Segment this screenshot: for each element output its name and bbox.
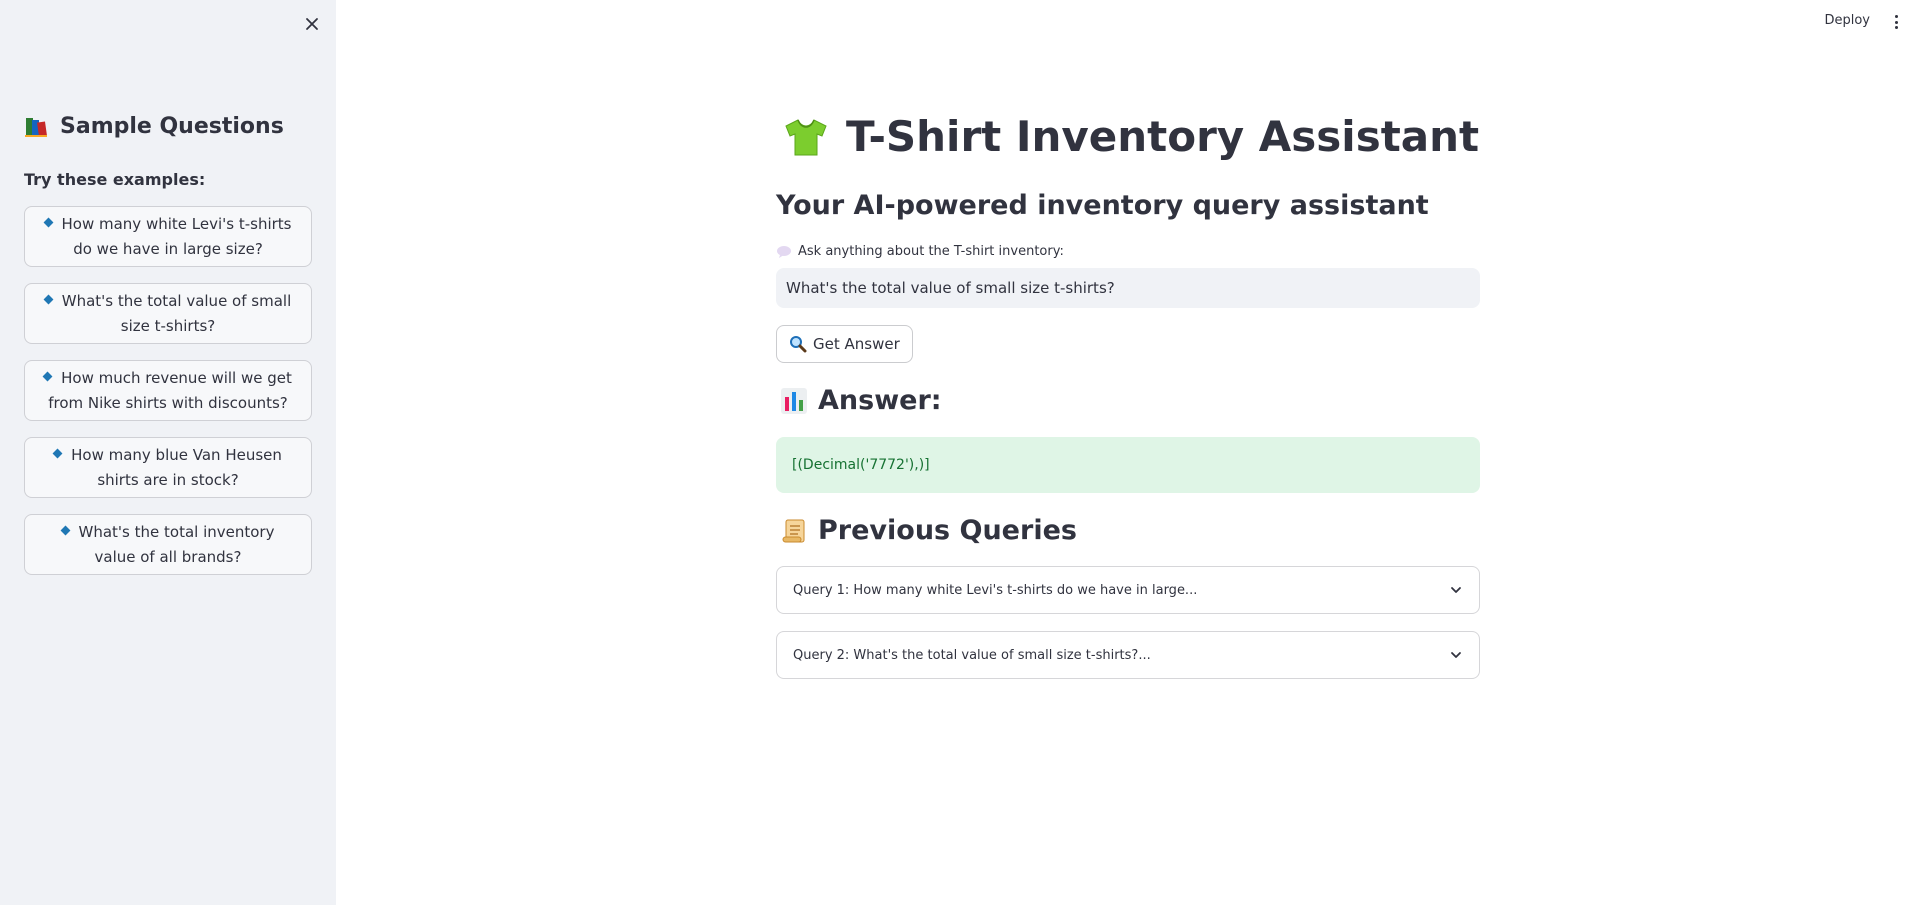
tshirt-icon xyxy=(785,118,827,155)
page-subtitle: Your AI-powered inventory query assistan… xyxy=(776,190,1429,221)
previous-query-label: Query 2: What's the total value of small… xyxy=(793,647,1151,663)
query-input-label: Ask anything about the T-shirt inventory… xyxy=(776,244,1064,259)
page-title: T-Shirt Inventory Assistant xyxy=(782,112,1479,161)
deploy-button[interactable]: Deploy xyxy=(1824,13,1870,28)
sidebar-title: Sample Questions xyxy=(60,114,284,139)
menu-dot-icon xyxy=(1894,20,1898,24)
diamond-icon xyxy=(52,448,63,458)
answer-text: [(Decimal('7772'),)] xyxy=(792,457,930,473)
sample-question-label: What's the total inventory value of all … xyxy=(78,522,275,566)
previous-queries-heading: Previous Queries xyxy=(780,515,1077,546)
diamond-icon xyxy=(43,294,54,304)
diamond-icon xyxy=(42,371,53,381)
chevron-down-icon xyxy=(1451,652,1461,658)
answer-result: [(Decimal('7772'),)] xyxy=(776,437,1480,493)
magnifier-icon xyxy=(790,336,807,353)
close-sidebar-button[interactable] xyxy=(300,12,324,36)
previous-queries-heading-text: Previous Queries xyxy=(818,515,1077,546)
get-answer-label: Get Answer xyxy=(813,335,900,353)
query-input-label-text: Ask anything about the T-shirt inventory… xyxy=(798,244,1064,259)
sample-question-label: How much revenue will we get from Nike s… xyxy=(48,368,292,412)
speech-bubble-icon xyxy=(777,245,791,258)
query-input[interactable] xyxy=(776,268,1480,308)
sample-question-list: How many white Levi's t-shirts do we hav… xyxy=(24,206,312,591)
answer-heading: Answer: xyxy=(780,385,942,416)
menu-dot-icon xyxy=(1894,26,1898,29)
menu-dot-icon xyxy=(1894,15,1898,18)
sample-question-label: What's the total value of small size t-s… xyxy=(61,291,292,335)
previous-query-expander[interactable]: Query 1: How many white Levi's t-shirts … xyxy=(776,566,1480,614)
sample-question-button[interactable]: What's the total inventory value of all … xyxy=(24,514,312,575)
sidebar-heading: Sample Questions xyxy=(24,114,284,139)
previous-query-expander[interactable]: Query 2: What's the total value of small… xyxy=(776,631,1480,679)
get-answer-button[interactable]: Get Answer xyxy=(776,325,913,363)
sample-question-label: How many blue Van Heusen shirts are in s… xyxy=(71,445,282,489)
scroll-icon xyxy=(782,519,805,542)
sidebar-subtitle: Try these examples: xyxy=(24,170,206,189)
sample-question-button[interactable]: How many white Levi's t-shirts do we hav… xyxy=(24,206,312,267)
diamond-icon xyxy=(43,217,53,227)
books-icon xyxy=(25,117,47,137)
previous-query-label: Query 1: How many white Levi's t-shirts … xyxy=(793,582,1198,598)
chevron-down-icon xyxy=(1451,587,1461,593)
bar-chart-icon xyxy=(781,387,807,414)
main-menu-button[interactable] xyxy=(1889,12,1903,32)
sample-question-label: How many white Levi's t-shirts do we hav… xyxy=(61,214,292,258)
sample-question-button[interactable]: How many blue Van Heusen shirts are in s… xyxy=(24,437,312,498)
sidebar: Sample Questions Try these examples: How… xyxy=(0,0,336,905)
sample-question-button[interactable]: How much revenue will we get from Nike s… xyxy=(24,360,312,421)
answer-heading-text: Answer: xyxy=(818,385,942,416)
sample-question-button[interactable]: What's the total value of small size t-s… xyxy=(24,283,312,344)
page-title-text: T-Shirt Inventory Assistant xyxy=(846,112,1480,161)
diamond-icon xyxy=(60,525,70,535)
close-icon xyxy=(306,18,318,30)
